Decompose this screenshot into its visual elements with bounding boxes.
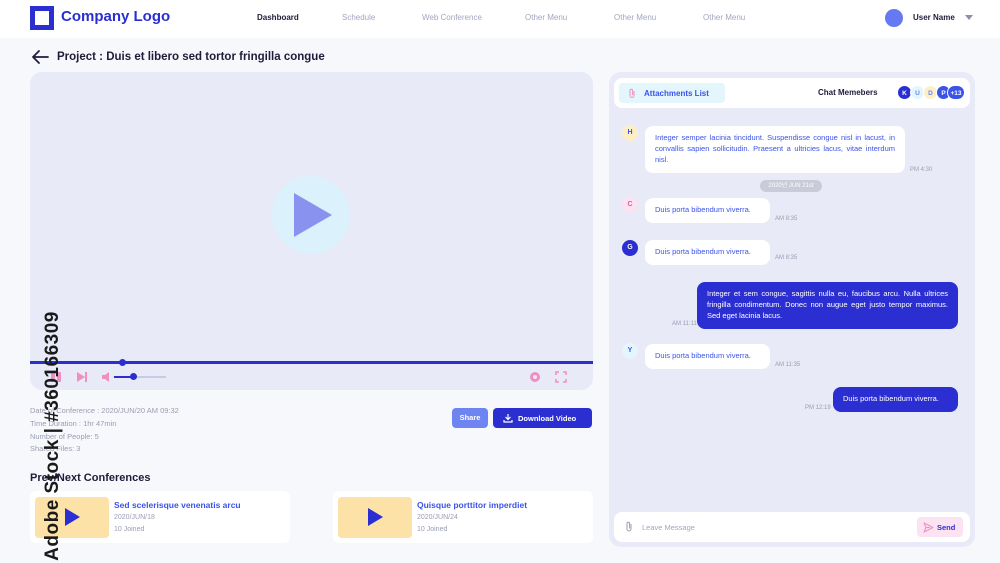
chat-header: Attachments List Chat Memebers K U D P +… bbox=[614, 78, 970, 108]
nav-other-menu-2[interactable]: Other Menu bbox=[614, 13, 656, 22]
progress-handle[interactable] bbox=[119, 359, 126, 366]
conference-title[interactable]: Quisque porttitor imperdiet bbox=[417, 500, 527, 510]
back-arrow-icon[interactable] bbox=[31, 49, 49, 65]
conference-thumbnail[interactable] bbox=[338, 497, 412, 538]
paperclip-icon bbox=[629, 88, 635, 98]
sender-avatar: H bbox=[622, 125, 638, 141]
more-members-badge[interactable]: +13 bbox=[947, 85, 965, 100]
send-label: Send bbox=[937, 523, 956, 532]
download-icon bbox=[503, 414, 513, 423]
chat-members-label: Chat Memebers bbox=[818, 88, 878, 97]
message-input[interactable] bbox=[642, 519, 912, 535]
share-button[interactable]: Share bbox=[452, 408, 488, 428]
conference-date: 2020/JUN/18 bbox=[114, 514, 155, 521]
nav-dashboard[interactable]: Dashboard bbox=[257, 13, 299, 22]
paperclip-icon[interactable] bbox=[624, 521, 634, 533]
download-label: Download Video bbox=[518, 414, 577, 423]
chat-message: Duis porta bibendum viverra. bbox=[645, 344, 770, 369]
message-time: PM 12:19 bbox=[805, 405, 831, 411]
nav-other-menu-1[interactable]: Other Menu bbox=[525, 13, 567, 22]
chat-message: Duis porta bibendum viverra. bbox=[833, 387, 958, 412]
message-time: PM 4:30 bbox=[910, 167, 933, 173]
date-separator: 2020년 JUN 21st bbox=[760, 180, 822, 192]
attachments-list-button[interactable]: Attachments List bbox=[619, 83, 725, 103]
conference-card[interactable]: Sed scelerisque venenatis arcu 2020/JUN/… bbox=[30, 491, 290, 543]
chat-message: Integer et sem congue, sagittis nulla eu… bbox=[697, 282, 958, 329]
user-name[interactable]: User Name bbox=[913, 13, 955, 22]
attachments-label: Attachments List bbox=[644, 89, 709, 98]
message-time: AM 8:35 bbox=[775, 255, 798, 261]
conference-date: 2020/JUN/24 bbox=[417, 514, 458, 521]
stock-watermark: Adobe Stock | #360166309 bbox=[41, 311, 63, 561]
nav-web-conference[interactable]: Web Conference bbox=[422, 13, 482, 22]
page-title: Project : Duis et libero sed tortor frin… bbox=[57, 51, 325, 63]
video-player[interactable] bbox=[30, 72, 593, 390]
company-logo[interactable]: Company Logo bbox=[61, 8, 170, 25]
play-icon bbox=[368, 508, 383, 526]
fullscreen-icon[interactable] bbox=[555, 371, 567, 383]
user-avatar[interactable] bbox=[885, 9, 903, 27]
nav-schedule[interactable]: Schedule bbox=[342, 13, 375, 22]
sender-avatar: G bbox=[622, 240, 638, 256]
message-time: AM 11:35 bbox=[775, 362, 801, 368]
message-composer: Send bbox=[614, 512, 970, 542]
volume-handle[interactable] bbox=[130, 373, 137, 380]
sender-avatar: Y bbox=[622, 343, 638, 359]
settings-icon[interactable] bbox=[529, 371, 541, 383]
play-icon[interactable] bbox=[294, 193, 332, 237]
sender-avatar: C bbox=[622, 197, 638, 213]
send-icon bbox=[923, 522, 934, 533]
chat-message: Duis porta bibendum viverra. bbox=[645, 240, 770, 265]
conference-title[interactable]: Sed scelerisque venenatis arcu bbox=[114, 500, 241, 510]
conference-card[interactable]: Quisque porttitor imperdiet 2020/JUN/24 … bbox=[333, 491, 593, 543]
chevron-down-icon[interactable] bbox=[965, 15, 973, 20]
conference-joined: 10 Joined bbox=[417, 526, 448, 533]
conference-joined: 10 Joined bbox=[114, 526, 145, 533]
chat-message: Integer semper lacinia tincidunt. Suspen… bbox=[645, 126, 905, 173]
nav-other-menu-3[interactable]: Other Menu bbox=[703, 13, 745, 22]
conference-people: Number of People: 5 bbox=[30, 432, 99, 441]
message-time: AM 8:35 bbox=[775, 216, 798, 222]
play-icon bbox=[65, 508, 80, 526]
top-navbar: Company Logo Dashboard Schedule Web Conf… bbox=[0, 0, 1000, 38]
send-button[interactable]: Send bbox=[917, 517, 963, 537]
skip-next-icon[interactable] bbox=[76, 371, 88, 383]
chat-message: Duis porta bibendum viverra. bbox=[645, 198, 770, 223]
logo-icon bbox=[30, 6, 54, 30]
volume-icon[interactable] bbox=[101, 371, 113, 383]
download-video-button[interactable]: Download Video bbox=[493, 408, 592, 428]
message-time: AM 11:11 bbox=[672, 321, 697, 327]
video-progress-bar[interactable] bbox=[30, 361, 593, 364]
